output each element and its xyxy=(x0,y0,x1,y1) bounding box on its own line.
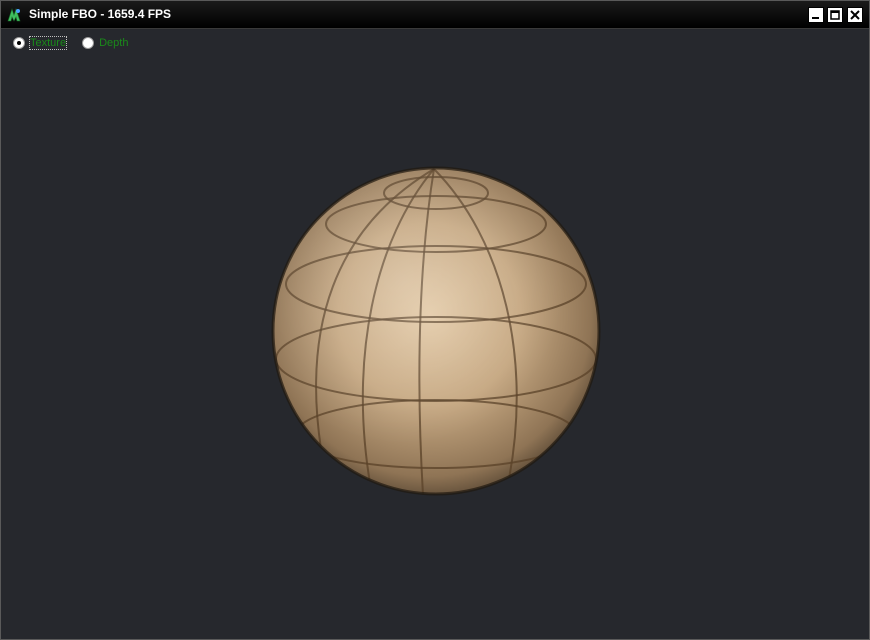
render-mode-radio-group: Texture Depth xyxy=(13,36,144,50)
minimize-button[interactable] xyxy=(808,7,824,23)
title-bar[interactable]: Simple FBO - 1659.4 FPS xyxy=(1,1,869,29)
app-icon xyxy=(7,8,21,22)
close-button[interactable] xyxy=(847,7,863,23)
radio-label-texture[interactable]: Texture xyxy=(28,36,68,50)
radio-button-texture[interactable] xyxy=(13,37,25,49)
radio-label-depth[interactable]: Depth xyxy=(99,37,128,49)
app-window: Simple FBO - 1659.4 FPS Texture Depth xyxy=(0,0,870,640)
minimize-icon xyxy=(812,17,819,19)
radio-button-depth[interactable] xyxy=(82,37,95,49)
radio-option-depth[interactable]: Depth xyxy=(82,37,128,49)
scene-canvas xyxy=(271,166,601,496)
render-viewport[interactable]: Texture Depth xyxy=(3,29,867,637)
close-icon xyxy=(850,10,860,20)
maximize-icon xyxy=(830,10,840,20)
radio-option-texture[interactable]: Texture xyxy=(13,36,68,50)
maximize-button[interactable] xyxy=(827,7,843,23)
textured-sphere xyxy=(271,166,601,496)
window-title: Simple FBO - 1659.4 FPS xyxy=(29,7,172,21)
